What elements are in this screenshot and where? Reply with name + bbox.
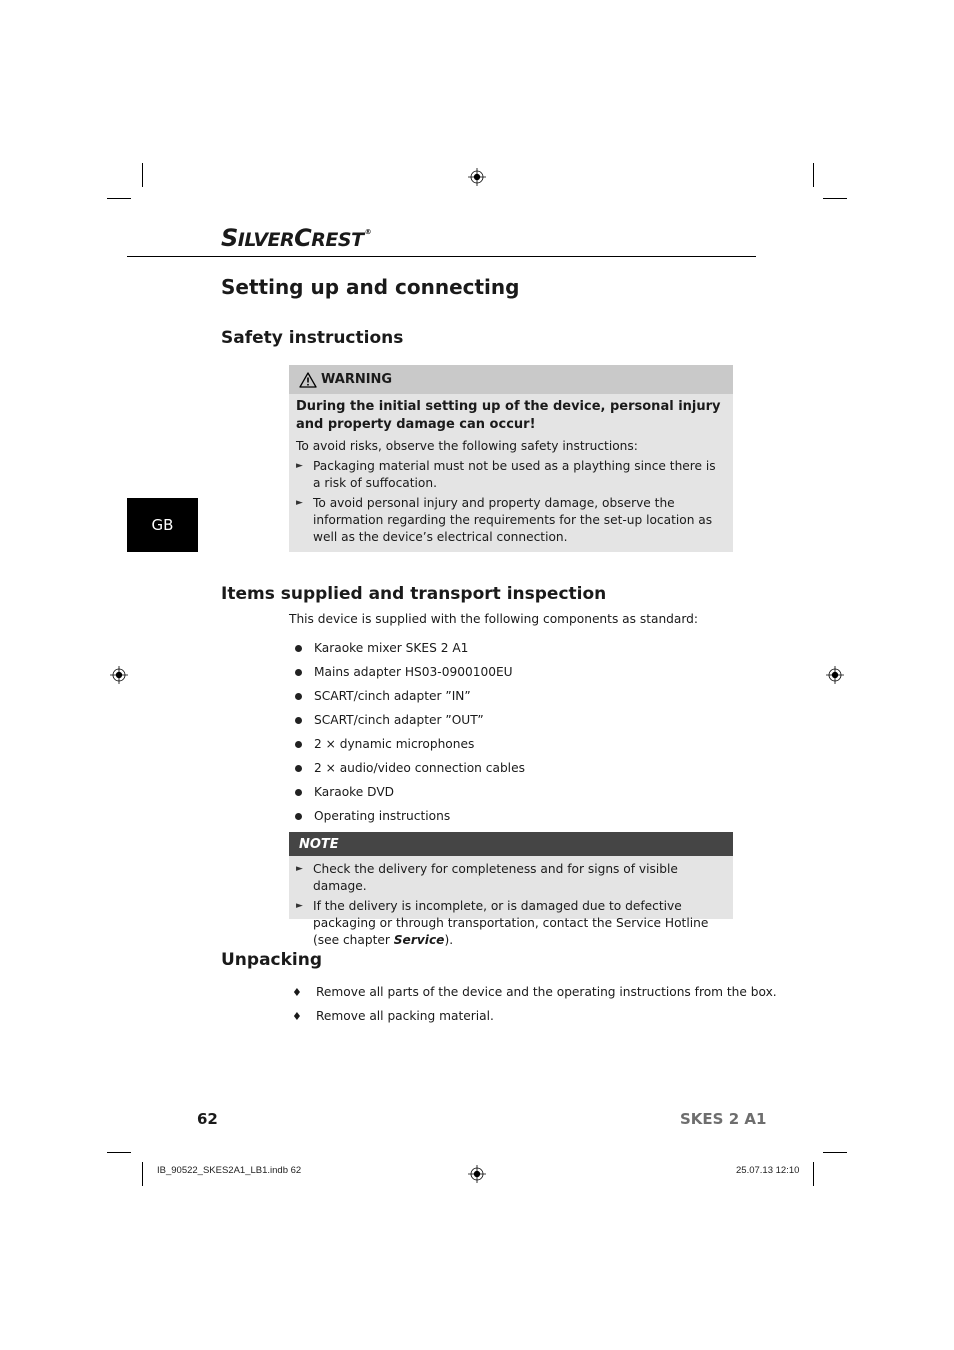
list-item: 2 × dynamic microphones	[293, 732, 525, 756]
crop-mark	[142, 163, 143, 187]
list-item-text: SCART/cinch adapter ”OUT”	[314, 713, 484, 727]
items-list: Karaoke mixer SKES 2 A1 Mains adapter HS…	[293, 636, 525, 828]
print-slug-file: IB_90522_SKES2A1_LB1.indb 62	[157, 1165, 302, 1176]
list-item-text: Mains adapter HS03-0900100EU	[314, 665, 513, 679]
list-item: ♦ Remove all parts of the device and the …	[292, 980, 777, 1004]
page-title: Setting up and connecting	[221, 275, 520, 299]
list-item: Operating instructions	[293, 804, 525, 828]
header-divider	[127, 256, 756, 257]
note-header: NOTE	[289, 832, 733, 856]
section-heading-safety: Safety instructions	[221, 328, 404, 348]
logo-text: REST	[311, 229, 364, 251]
warning-triangle-icon	[299, 371, 317, 388]
arrow-bullet-icon: ►	[296, 864, 303, 874]
list-item-text: 2 × audio/video connection cables	[314, 761, 525, 775]
bullet-icon	[295, 692, 302, 700]
list-item: ► Check the delivery for completeness an…	[296, 861, 721, 895]
model-name: SKES 2 A1	[680, 1110, 767, 1128]
list-item: SCART/cinch adapter ”OUT”	[293, 708, 525, 732]
section-heading-items-supplied: Items supplied and transport inspection	[221, 584, 607, 604]
bullet-icon	[295, 812, 302, 820]
list-item: ► If the delivery is incomplete, or is d…	[296, 898, 721, 949]
registered-mark: ®	[364, 228, 372, 236]
crop-mark	[823, 1152, 847, 1153]
language-tab: GB	[127, 498, 198, 552]
list-item-text: Karaoke DVD	[314, 785, 395, 799]
registration-mark-icon	[826, 666, 844, 684]
list-item: ► Packaging material must not be used as…	[296, 458, 721, 492]
list-item-text: Remove all parts of the device and the o…	[316, 985, 777, 999]
arrow-bullet-icon: ►	[296, 498, 303, 508]
list-item-text: SCART/cinch adapter ”IN”	[314, 689, 471, 703]
list-item: SCART/cinch adapter ”IN”	[293, 684, 525, 708]
logo-letter: S	[221, 224, 238, 252]
bullet-icon	[295, 788, 302, 796]
registration-mark-icon	[468, 168, 486, 186]
logo-letter: C	[294, 224, 312, 252]
logo-text: ILVER	[237, 229, 295, 251]
diamond-bullet-icon: ♦	[292, 985, 302, 999]
list-item-text: Karaoke mixer SKES 2 A1	[314, 641, 469, 655]
chapter-reference: Service	[393, 933, 445, 947]
warning-header: WARNING	[289, 365, 733, 394]
warning-lead: During the initial setting up of the dev…	[296, 399, 721, 432]
crop-mark	[142, 1162, 143, 1186]
list-item: 2 × audio/video connection cables	[293, 756, 525, 780]
list-item-text: Operating instructions	[314, 809, 451, 823]
items-intro: This device is supplied with the followi…	[289, 612, 699, 626]
page-number: 62	[197, 1110, 218, 1128]
warning-intro: To avoid risks, observe the following sa…	[296, 439, 638, 453]
registration-mark-icon	[468, 1165, 486, 1183]
note-text: If the delivery is incomplete, or is dam…	[313, 899, 709, 947]
warning-label: WARNING	[321, 372, 393, 387]
crop-mark	[813, 1162, 814, 1186]
bullet-icon	[295, 764, 302, 772]
list-item-text: Check the delivery for completeness and …	[313, 862, 678, 893]
note-box: NOTE ► Check the delivery for completene…	[289, 832, 733, 947]
bullet-icon	[295, 668, 302, 676]
arrow-bullet-icon: ►	[296, 461, 303, 471]
list-item: Mains adapter HS03-0900100EU	[293, 660, 525, 684]
list-item: Karaoke DVD	[293, 780, 525, 804]
crop-mark	[813, 163, 814, 187]
list-item-text: 2 × dynamic microphones	[314, 737, 475, 751]
list-item: ► To avoid personal injury and property …	[296, 495, 721, 546]
list-item: Karaoke mixer SKES 2 A1	[293, 636, 525, 660]
print-slug-datetime: 25.07.13 12:10	[736, 1165, 800, 1176]
section-heading-unpacking: Unpacking	[221, 950, 323, 970]
diamond-bullet-icon: ♦	[292, 1009, 302, 1023]
list-item-text: If the delivery is incomplete, or is dam…	[313, 898, 721, 949]
registration-mark-icon	[110, 666, 128, 684]
crop-mark	[107, 198, 131, 199]
list-item-text: Remove all packing material.	[316, 1009, 494, 1023]
list-item: ♦ Remove all packing material.	[292, 1004, 777, 1028]
list-item-text: To avoid personal injury and property da…	[313, 496, 713, 544]
bullet-icon	[295, 740, 302, 748]
bullet-icon	[295, 644, 302, 652]
crop-mark	[823, 198, 847, 199]
bullet-icon	[295, 716, 302, 724]
warning-box: WARNING During the initial setting up of…	[289, 365, 733, 552]
crop-mark	[107, 1152, 131, 1153]
note-text: ).	[444, 933, 454, 947]
list-item-text: Packaging material must not be used as a…	[313, 459, 716, 490]
arrow-bullet-icon: ►	[296, 901, 303, 911]
unpacking-list: ♦ Remove all parts of the device and the …	[292, 980, 777, 1028]
brand-logo: SILVERCREST®	[221, 224, 372, 252]
